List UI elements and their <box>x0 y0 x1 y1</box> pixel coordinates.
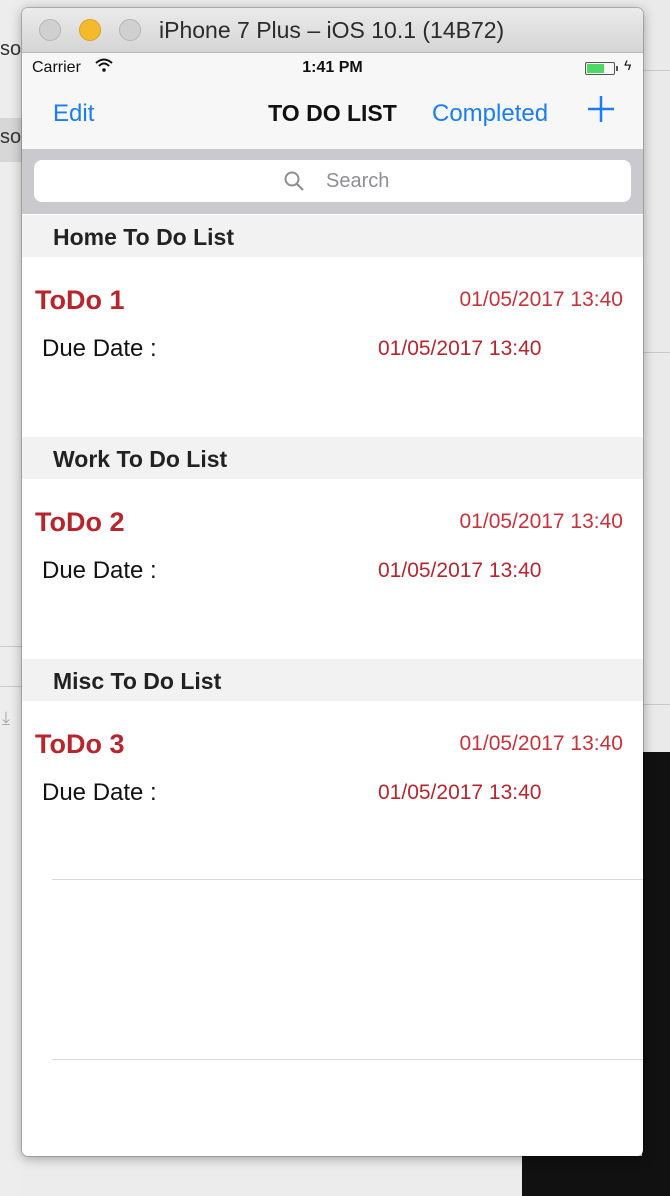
navigation-bar: Edit TO DO LIST Completed <box>22 83 643 150</box>
search-input[interactable]: Search <box>34 160 631 202</box>
close-window-button[interactable] <box>39 19 61 41</box>
due-date-value: 01/05/2017 13:40 <box>378 781 542 804</box>
todo-date: 01/05/2017 13:40 <box>459 510 624 533</box>
todo-row[interactable]: ToDo 3 01/05/2017 13:40 Due Date : 01/05… <box>22 701 643 881</box>
todo-title: ToDo 3 <box>35 729 125 759</box>
edit-button[interactable]: Edit <box>53 100 94 128</box>
due-date-value: 01/05/2017 13:40 <box>378 559 542 582</box>
due-date-label: Due Date : <box>42 779 157 806</box>
search-icon <box>283 170 305 197</box>
background-dark-area <box>642 752 670 1196</box>
section-header-work: Work To Do List <box>22 437 643 479</box>
background-divider <box>0 686 22 687</box>
completed-button[interactable]: Completed <box>432 100 548 128</box>
background-divider <box>642 70 670 71</box>
minimize-window-button[interactable] <box>79 19 101 41</box>
background-divider <box>0 646 22 647</box>
background-divider <box>642 352 670 353</box>
todo-date: 01/05/2017 13:40 <box>459 732 624 755</box>
background-right-panel <box>642 0 670 1196</box>
window-titlebar: iPhone 7 Plus – iOS 10.1 (14B72) <box>22 8 643 53</box>
due-date-label: Due Date : <box>42 335 157 362</box>
window-title: iPhone 7 Plus – iOS 10.1 (14B72) <box>159 17 505 43</box>
due-date-value: 01/05/2017 13:40 <box>378 337 542 360</box>
zoom-window-button[interactable] <box>119 19 141 41</box>
table-row-separator <box>52 1059 643 1060</box>
charging-bolt-icon: ϟ <box>624 57 632 73</box>
todo-row[interactable]: ToDo 1 01/05/2017 13:40 Due Date : 01/05… <box>22 257 643 437</box>
todo-date: 01/05/2017 13:40 <box>459 288 624 311</box>
add-button[interactable] <box>584 92 618 126</box>
todo-row[interactable]: ToDo 2 01/05/2017 13:40 Due Date : 01/05… <box>22 479 643 659</box>
search-placeholder: Search <box>326 170 390 192</box>
todo-title: ToDo 1 <box>35 285 125 315</box>
search-bar: Search <box>22 150 643 214</box>
todo-title: ToDo 2 <box>35 507 125 537</box>
due-date-label: Due Date : <box>42 557 157 584</box>
battery-icon <box>585 62 618 75</box>
download-icon: ⤓ <box>2 708 10 728</box>
table-row-separator <box>52 879 643 880</box>
simulator-window: iPhone 7 Plus – iOS 10.1 (14B72) Carrier… <box>22 8 643 1156</box>
plus-icon <box>588 96 614 122</box>
background-divider <box>642 704 670 705</box>
status-time: 1:41 PM <box>302 59 363 76</box>
section-header-label: Work To Do List <box>53 446 228 472</box>
background-left-panel: sor sor ⤓ <box>0 0 28 1196</box>
page-title: TO DO LIST <box>268 100 397 126</box>
background-dark-area <box>522 1156 670 1196</box>
section-header-home: Home To Do List <box>22 215 643 257</box>
section-header-label: Home To Do List <box>53 224 235 250</box>
status-bar: Carrier 1:41 PM ϟ <box>22 53 643 83</box>
section-header-misc: Misc To Do List <box>22 659 643 701</box>
section-header-label: Misc To Do List <box>53 668 222 694</box>
